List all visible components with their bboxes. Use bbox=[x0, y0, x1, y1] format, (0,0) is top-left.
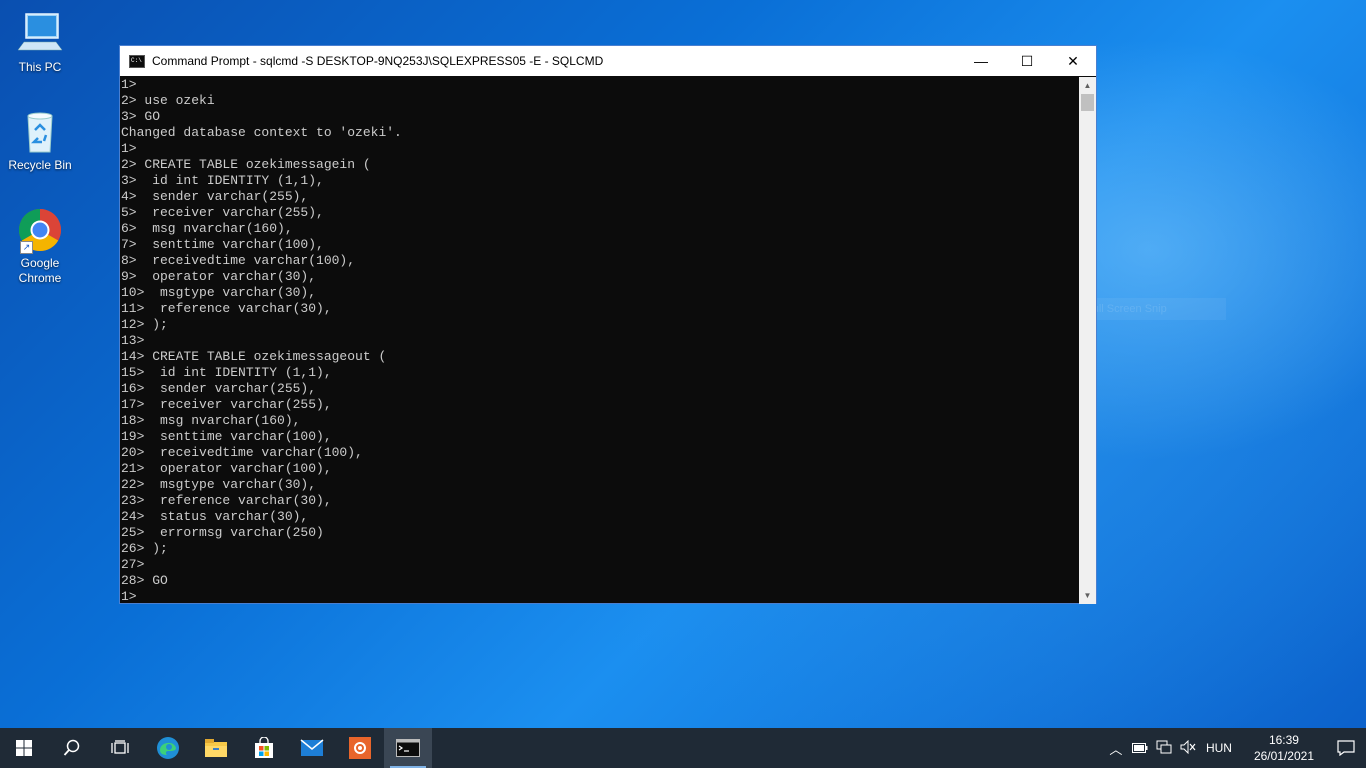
terminal-line: 10> msgtype varchar(30), bbox=[121, 285, 317, 300]
terminal-line: 3> GO bbox=[121, 109, 161, 124]
chrome-icon: ↗ bbox=[16, 206, 64, 254]
terminal-line: 2> use ozeki bbox=[121, 93, 215, 108]
terminal-line: 25> errormsg varchar(250) bbox=[121, 525, 324, 540]
window-titlebar[interactable]: Command Prompt - sqlcmd -S DESKTOP-9NQ25… bbox=[120, 46, 1096, 76]
terminal-line: 13> bbox=[121, 333, 145, 348]
file-explorer-icon bbox=[205, 739, 227, 757]
shortcut-arrow-icon: ↗ bbox=[20, 241, 33, 254]
volume-muted-icon[interactable] bbox=[1176, 739, 1200, 757]
terminal-line: 7> senttime varchar(100), bbox=[121, 237, 324, 252]
edge-icon bbox=[157, 737, 179, 759]
store-icon bbox=[255, 737, 273, 758]
terminal-line: 4> sender varchar(255), bbox=[121, 189, 309, 204]
terminal-line: Changed database context to 'ozeki'. bbox=[121, 125, 402, 140]
command-prompt-window[interactable]: Command Prompt - sqlcmd -S DESKTOP-9NQ25… bbox=[119, 45, 1097, 604]
search-button[interactable] bbox=[48, 728, 96, 768]
computer-icon bbox=[16, 10, 64, 58]
taskbar-store[interactable] bbox=[240, 728, 288, 768]
maximize-icon: ☐ bbox=[1020, 52, 1034, 69]
window-title: Command Prompt - sqlcmd -S DESKTOP-9NQ25… bbox=[152, 54, 604, 68]
terminal-line: 8> receivedtime varchar(100), bbox=[121, 253, 356, 268]
minimize-icon: — bbox=[974, 53, 988, 69]
terminal-output[interactable]: 1> 2> use ozeki 3> GO Changed database cont… bbox=[120, 77, 1081, 604]
scroll-up-arrow-icon[interactable]: ▲ bbox=[1079, 77, 1096, 94]
terminal-line: 21> operator varchar(100), bbox=[121, 461, 332, 476]
terminal-line: 28> GO bbox=[121, 573, 168, 588]
desktop-icon-this-pc[interactable]: This PC bbox=[6, 10, 74, 75]
maximize-button[interactable]: ☐ bbox=[1004, 46, 1050, 76]
terminal-line: 9> operator varchar(30), bbox=[121, 269, 317, 284]
terminal-line: 3> id int IDENTITY (1,1), bbox=[121, 173, 324, 188]
close-button[interactable]: ✕ bbox=[1050, 46, 1096, 76]
task-view-icon bbox=[111, 740, 129, 754]
terminal-line: 23> reference varchar(30), bbox=[121, 493, 332, 508]
terminal-line: 15> id int IDENTITY (1,1), bbox=[121, 365, 332, 380]
taskbar-edge[interactable] bbox=[144, 728, 192, 768]
desktop-icon-google-chrome[interactable]: ↗ Google Chrome bbox=[6, 206, 74, 286]
terminal-line: 22> msgtype varchar(30), bbox=[121, 477, 317, 492]
notification-icon bbox=[1337, 740, 1355, 756]
taskbar-command-prompt[interactable] bbox=[384, 728, 432, 768]
terminal-line: 12> ); bbox=[121, 317, 168, 332]
terminal-line: 19> senttime varchar(100), bbox=[121, 429, 332, 444]
start-icon bbox=[16, 740, 32, 756]
terminal-line: 1> bbox=[121, 589, 137, 604]
recycle-bin-icon bbox=[16, 108, 64, 156]
clock[interactable]: 16:39 26/01/2021 bbox=[1242, 732, 1326, 764]
taskbar-ozeki[interactable] bbox=[336, 728, 384, 768]
vertical-scrollbar[interactable]: ▲ ▼ bbox=[1079, 77, 1096, 604]
terminal-line: 24> status varchar(30), bbox=[121, 509, 309, 524]
clock-time: 16:39 bbox=[1268, 733, 1299, 747]
scroll-down-arrow-icon[interactable]: ▼ bbox=[1079, 587, 1096, 604]
start-button[interactable] bbox=[0, 728, 48, 768]
desktop-icon-recycle-bin[interactable]: Recycle Bin bbox=[6, 108, 74, 173]
terminal-line: 11> reference varchar(30), bbox=[121, 301, 332, 316]
network-icon[interactable] bbox=[1152, 740, 1176, 757]
desktop-icon-label: This PC bbox=[18, 60, 62, 74]
terminal-line: 1> bbox=[121, 77, 137, 92]
taskbar-file-explorer[interactable] bbox=[192, 728, 240, 768]
desktop-icon-label: Recycle Bin bbox=[8, 158, 72, 172]
terminal-line: 2> CREATE TABLE ozekimessagein ( bbox=[121, 157, 371, 172]
minimize-button[interactable]: — bbox=[958, 46, 1004, 76]
terminal-line: 1> bbox=[121, 141, 137, 156]
terminal-line: 6> msg nvarchar(160), bbox=[121, 221, 293, 236]
cmd-window-icon bbox=[129, 54, 145, 68]
ozeki-icon bbox=[349, 737, 371, 759]
input-language-indicator[interactable]: HUN bbox=[1200, 741, 1242, 755]
close-icon: ✕ bbox=[1067, 52, 1079, 69]
taskbar: ︿ HUN 16:39 26/01/2021 bbox=[0, 728, 1366, 768]
cmd-icon bbox=[396, 739, 420, 757]
battery-icon[interactable] bbox=[1128, 741, 1152, 756]
desktop-icon-label: Google Chrome bbox=[18, 256, 62, 285]
show-hidden-icons-chevron-icon[interactable]: ︿ bbox=[1104, 739, 1128, 758]
search-icon bbox=[63, 739, 80, 756]
terminal-line: 5> receiver varchar(255), bbox=[121, 205, 324, 220]
mail-icon bbox=[300, 739, 324, 756]
taskbar-mail[interactable] bbox=[288, 728, 336, 768]
terminal-line: 16> sender varchar(255), bbox=[121, 381, 317, 396]
terminal-line: 27> bbox=[121, 557, 145, 572]
terminal-line: 20> receivedtime varchar(100), bbox=[121, 445, 363, 460]
task-view-button[interactable] bbox=[96, 728, 144, 768]
system-tray: ︿ HUN 16:39 26/01/2021 bbox=[1104, 728, 1366, 768]
terminal-line: 26> ); bbox=[121, 541, 168, 556]
terminal-line: 14> CREATE TABLE ozekimessageout ( bbox=[121, 349, 387, 364]
terminal-line: 17> receiver varchar(255), bbox=[121, 397, 332, 412]
scrollbar-thumb[interactable] bbox=[1081, 94, 1094, 111]
terminal-line: 18> msg nvarchar(160), bbox=[121, 413, 301, 428]
action-center-button[interactable] bbox=[1326, 728, 1366, 768]
clock-date: 26/01/2021 bbox=[1253, 749, 1314, 763]
